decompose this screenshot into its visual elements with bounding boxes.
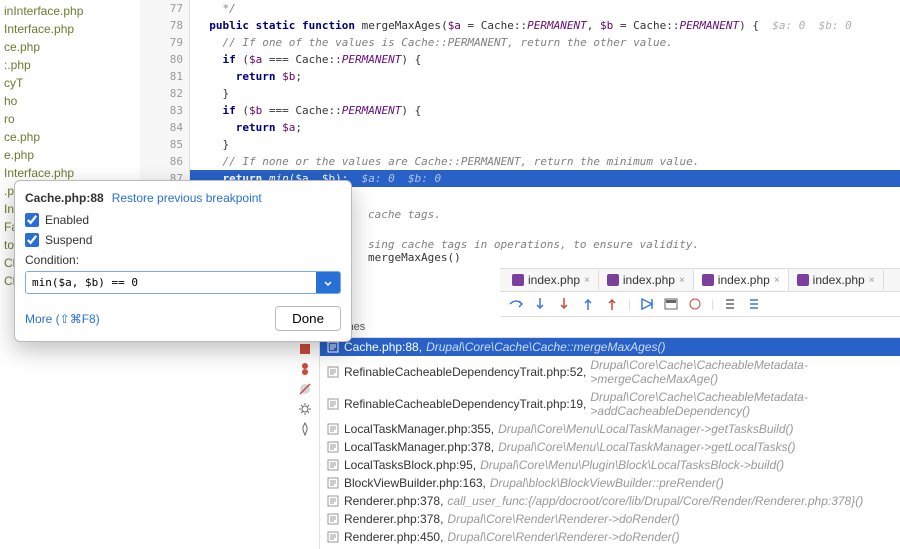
condition-label: Condition:: [25, 253, 341, 267]
php-icon: [512, 274, 524, 286]
line-number[interactable]: 78: [140, 17, 189, 34]
frame-icon: [326, 440, 340, 454]
stack-frame[interactable]: LocalTasksBlock.php:95, Drupal\Core\Menu…: [320, 456, 900, 474]
close-icon[interactable]: ×: [774, 275, 780, 286]
gear-icon[interactable]: [297, 401, 313, 417]
code-line[interactable]: return $a;: [190, 119, 900, 136]
mute-icon[interactable]: [297, 381, 313, 397]
line-number[interactable]: 82: [140, 85, 189, 102]
run-to-cursor-icon[interactable]: [639, 296, 655, 312]
code-line[interactable]: }: [190, 136, 900, 153]
code-line[interactable]: // If one of the values is Cache::PERMAN…: [190, 34, 900, 51]
close-icon[interactable]: ×: [679, 275, 685, 286]
frames-header: Frames: [320, 317, 900, 338]
code-line[interactable]: if ($a === Cache::PERMANENT) {: [190, 51, 900, 68]
line-number[interactable]: 84: [140, 119, 189, 136]
line-number[interactable]: 80: [140, 51, 189, 68]
code-line[interactable]: // If none or the values are Cache::PERM…: [190, 153, 900, 170]
stack-frame[interactable]: Cache.php:88, Drupal\Core\Cache\Cache::m…: [320, 338, 900, 356]
editor-tab[interactable]: index.php×: [694, 270, 789, 290]
sidebar-item[interactable]: :.php: [0, 56, 140, 74]
close-icon[interactable]: ×: [584, 275, 590, 286]
breadcrumb-text: cache tags.: [368, 208, 892, 221]
php-icon: [797, 274, 809, 286]
more-link[interactable]: More (⇧⌘F8): [25, 312, 100, 326]
code-editor[interactable]: 777879808182838485868788 */ public stati…: [140, 0, 900, 204]
line-number[interactable]: 77: [140, 0, 189, 17]
frame-icon: [326, 512, 340, 526]
code-line[interactable]: }: [190, 85, 900, 102]
frame-icon: [326, 340, 340, 354]
breakpoint-popup: Cache.php:88 Restore previous breakpoint…: [14, 180, 352, 342]
debug-toolbar: | |: [500, 292, 900, 317]
breadcrumb-text: sing cache tags in operations, to ensure…: [368, 238, 892, 251]
step-over-icon[interactable]: [508, 296, 524, 312]
close-icon[interactable]: ×: [869, 275, 875, 286]
breadcrumb-fn: mergeMaxAges(): [368, 251, 892, 264]
stack-frame[interactable]: LocalTaskManager.php:355, Drupal\Core\Me…: [320, 420, 900, 438]
restore-link[interactable]: Restore previous breakpoint: [112, 191, 262, 205]
line-number[interactable]: 81: [140, 68, 189, 85]
debug-gutter: [290, 317, 320, 549]
frame-icon: [326, 365, 340, 379]
frame-icon: [326, 530, 340, 544]
settings-icon[interactable]: [746, 296, 762, 312]
condition-toggle[interactable]: [316, 272, 340, 293]
line-number[interactable]: 85: [140, 136, 189, 153]
condition-input[interactable]: [26, 272, 316, 293]
enabled-label: Enabled: [45, 213, 89, 227]
sidebar-item[interactable]: inInterface.php: [0, 2, 140, 20]
sidebar-item[interactable]: Interface.php: [0, 20, 140, 38]
stop-icon[interactable]: [297, 341, 313, 357]
code-line[interactable]: */: [190, 0, 900, 17]
pin-icon[interactable]: [297, 421, 313, 437]
breakpoints-icon[interactable]: [297, 361, 313, 377]
stack-frame[interactable]: Renderer.php:378, Drupal\Core\Render\Ren…: [320, 510, 900, 528]
editor-tab[interactable]: index.php×: [789, 270, 884, 290]
line-number[interactable]: 86: [140, 153, 189, 170]
stack-frame[interactable]: Renderer.php:450, Drupal\Core\Render\Ren…: [320, 528, 900, 546]
stack-frame[interactable]: RefinableCacheableDependencyTrait.php:52…: [320, 356, 900, 388]
line-number[interactable]: 83: [140, 102, 189, 119]
code-line[interactable]: public static function mergeMaxAges($a =…: [190, 17, 900, 34]
code-line[interactable]: return $b;: [190, 68, 900, 85]
frame-icon: [326, 458, 340, 472]
frame-icon: [326, 476, 340, 490]
popup-title: Cache.php:88: [25, 191, 104, 205]
suspend-label: Suspend: [45, 233, 92, 247]
list-icon[interactable]: [722, 296, 738, 312]
editor-tab[interactable]: index.php×: [504, 270, 599, 290]
frame-icon: [326, 397, 340, 411]
step-into-icon[interactable]: [532, 296, 548, 312]
php-icon: [702, 274, 714, 286]
evaluate-icon[interactable]: [663, 296, 679, 312]
suspend-checkbox[interactable]: [25, 233, 39, 247]
frame-icon: [326, 422, 340, 436]
trace-icon[interactable]: [687, 296, 703, 312]
sidebar-item[interactable]: ce.php: [0, 38, 140, 56]
code-line[interactable]: if ($b === Cache::PERMANENT) {: [190, 102, 900, 119]
stack-frame[interactable]: RefinableCacheableDependencyTrait.php:19…: [320, 388, 900, 420]
force-step-into-icon[interactable]: [556, 296, 572, 312]
sidebar-item[interactable]: e.php: [0, 146, 140, 164]
frame-icon: [326, 494, 340, 508]
sidebar-item[interactable]: ro: [0, 110, 140, 128]
stack-frame[interactable]: Renderer.php:378, call_user_func:{/app/d…: [320, 492, 900, 510]
enabled-checkbox[interactable]: [25, 213, 39, 227]
line-number[interactable]: 79: [140, 34, 189, 51]
editor-tabs: index.php×index.php×index.php×index.php×: [500, 268, 900, 292]
breadcrumb-area: cache tags. sing cache tags in operation…: [360, 204, 900, 268]
stack-frame[interactable]: LocalTaskManager.php:378, Drupal\Core\Me…: [320, 438, 900, 456]
editor-tab[interactable]: index.php×: [599, 270, 694, 290]
step-out-icon[interactable]: [580, 296, 596, 312]
sidebar-item[interactable]: ce.php: [0, 128, 140, 146]
php-icon: [607, 274, 619, 286]
chevron-down-icon: [323, 278, 333, 288]
sidebar-item[interactable]: ho: [0, 92, 140, 110]
done-button[interactable]: Done: [275, 306, 341, 331]
drop-frame-icon[interactable]: [604, 296, 620, 312]
stack-frame[interactable]: BlockViewBuilder.php:163, Drupal\block\B…: [320, 474, 900, 492]
sidebar-item[interactable]: cyT: [0, 74, 140, 92]
